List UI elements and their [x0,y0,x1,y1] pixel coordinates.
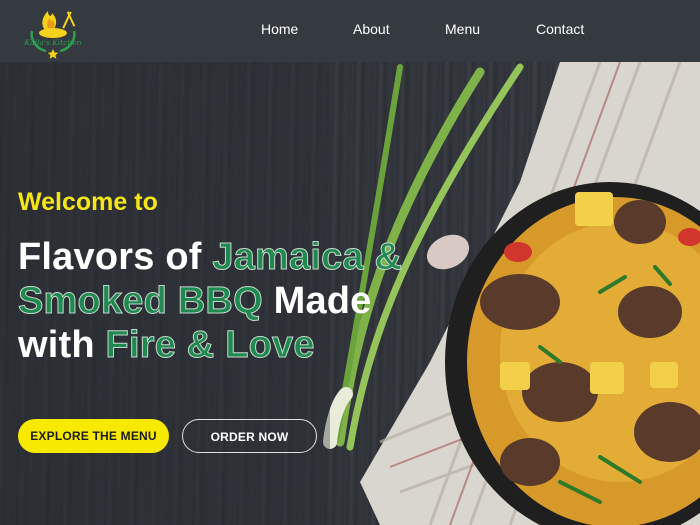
nav-menu-link[interactable]: Menu [445,21,480,37]
nav-about-link[interactable]: About [353,21,390,37]
pan-with-food-graphic [445,182,700,525]
headline-part-1: Flavors of [18,236,213,278]
order-now-button[interactable]: ORDER NOW [182,419,317,453]
welcome-heading: Welcome to [18,188,158,216]
page: Kaila's Kitchen Home About Menu Contact [0,0,700,525]
headline-made: Made [262,280,372,322]
hero-headline: Flavors of Jamaica & Smoked BBQ Made wit… [18,235,458,367]
nav-home-link[interactable]: Home [261,21,298,37]
nav-contact-link[interactable]: Contact [536,21,584,37]
hero-text-block: Welcome to Flavors of Jamaica & Smoked B… [18,187,458,367]
explore-menu-button[interactable]: EXPLORE THE MENU [18,419,169,453]
headline-jamaica: Jamaica & [212,236,403,279]
headline-smoked-bbq: Smoked BBQ [18,280,264,323]
hero-section: Welcome to Flavors of Jamaica & Smoked B… [0,62,700,525]
headline-with: with [18,324,106,366]
top-navbar: Kaila's Kitchen Home About Menu Contact [0,0,700,62]
headline-fire-love: Fire & Love [105,324,315,367]
main-nav: Home About Menu Contact [0,0,700,62]
